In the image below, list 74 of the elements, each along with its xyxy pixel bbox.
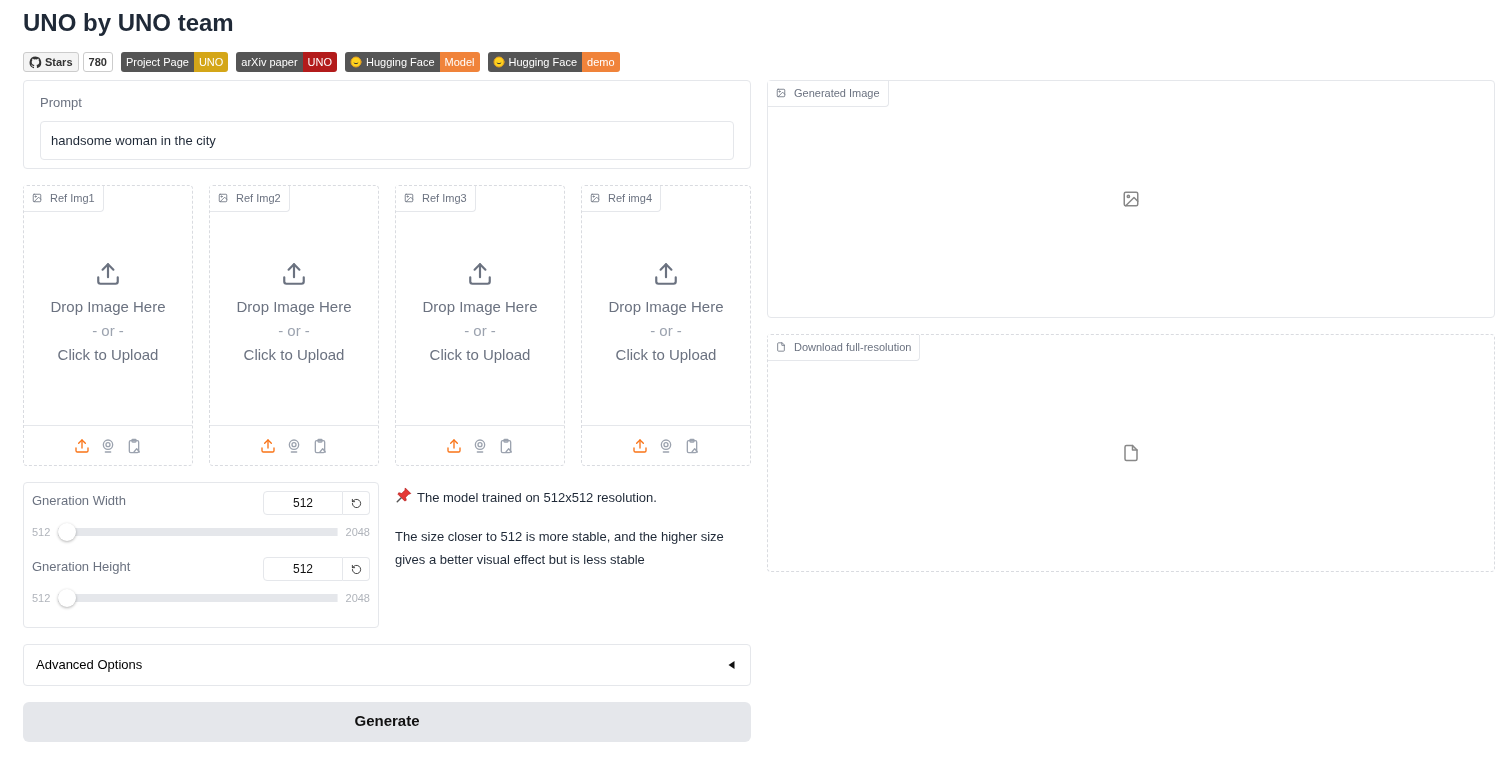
file-icon <box>776 342 786 353</box>
upload-area[interactable]: Ref Img1 Drop Image Here - or - Click to Upload <box>23 185 193 466</box>
upload-label: Ref Img1 <box>50 191 95 206</box>
prompt-input[interactable]: handsome woman in the city <box>40 120 734 160</box>
upload-text: Click to Upload <box>243 344 345 365</box>
pushpin-icon <box>395 486 413 504</box>
field-label: Prompt <box>40 94 83 112</box>
max-value: 2048 <box>345 524 370 540</box>
upload-area[interactable]: Ref img4 Drop Image Here - or - Click to Upload <box>581 185 751 466</box>
smiley-icon <box>350 56 363 68</box>
caret-left-icon <box>726 658 738 671</box>
drop-text: Drop Image Here <box>236 296 352 317</box>
github-icon <box>29 55 42 69</box>
smiley-icon <box>492 56 505 68</box>
slider-thumb[interactable] <box>58 589 77 607</box>
or-text: - or - <box>464 320 496 341</box>
image-icon <box>32 193 42 204</box>
image-icon <box>590 193 600 204</box>
reset-button[interactable] <box>343 557 370 581</box>
slider-thumb[interactable] <box>58 523 77 541</box>
slider-label: Gneration Height <box>32 558 131 576</box>
image-icon <box>776 88 786 99</box>
upload-icon <box>260 437 276 454</box>
upload-icon <box>74 437 90 454</box>
clipboard-icon <box>498 437 514 454</box>
output-label: Download full-resolution <box>794 340 912 355</box>
webcam-icon <box>286 437 302 454</box>
upload-icon <box>653 260 679 287</box>
min-value: 512 <box>32 524 51 540</box>
upload-icon <box>467 260 493 287</box>
reset-icon <box>350 498 362 510</box>
min-value: 512 <box>32 590 51 606</box>
drop-text: Drop Image Here <box>50 296 166 317</box>
or-text: - or - <box>650 320 682 341</box>
note-text: The size closer to 512 is more stable, and the higher size gives a better visual effect but is less stable <box>395 528 725 569</box>
upload-area[interactable]: Ref Img2 Drop Image Here - or - Click to Upload <box>209 185 379 466</box>
image-icon <box>404 193 414 204</box>
output-label: Generated Image <box>794 86 880 101</box>
accordion-header[interactable]: Advanced Options <box>23 644 751 686</box>
note-text: The model trained on 512x512 resolution. <box>417 489 657 507</box>
max-value: 2048 <box>345 590 370 606</box>
upload-icon <box>281 260 307 287</box>
upload-area[interactable]: Ref Img3 Drop Image Here - or - Click to Upload <box>395 185 565 466</box>
slider-label: Gneration Width <box>32 492 126 510</box>
upload-text: Click to Upload <box>429 344 531 365</box>
number-input[interactable]: 512 <box>263 557 343 581</box>
webcam-icon <box>472 437 488 454</box>
page-title: UNO by UNO team <box>23 8 235 38</box>
upload-icon <box>632 437 648 454</box>
clipboard-icon <box>684 437 700 454</box>
clipboard-icon <box>312 437 328 454</box>
image-icon <box>218 193 228 204</box>
reset-button[interactable] <box>343 491 370 515</box>
drop-text: Drop Image Here <box>608 296 724 317</box>
reset-icon <box>350 564 362 576</box>
or-text: - or - <box>278 320 310 341</box>
webcam-icon <box>658 437 674 454</box>
webcam-icon <box>100 437 116 454</box>
upload-label: Ref Img2 <box>236 191 281 206</box>
upload-label: Ref Img3 <box>422 191 467 206</box>
image-icon <box>1122 190 1140 208</box>
upload-text: Click to Upload <box>57 344 159 365</box>
number-input[interactable]: 512 <box>263 491 343 515</box>
star-count: 780 <box>82 52 113 72</box>
clipboard-icon <box>126 437 142 454</box>
generate-button[interactable]: Generate <box>23 701 751 742</box>
drop-text: Drop Image Here <box>422 296 538 317</box>
github-stars-button[interactable]: Stars <box>23 52 79 72</box>
upload-text: Click to Upload <box>615 344 717 365</box>
or-text: - or - <box>92 320 124 341</box>
upload-icon <box>95 260 121 287</box>
upload-label: Ref img4 <box>608 191 653 206</box>
upload-icon <box>446 437 462 454</box>
file-icon <box>1122 444 1140 462</box>
